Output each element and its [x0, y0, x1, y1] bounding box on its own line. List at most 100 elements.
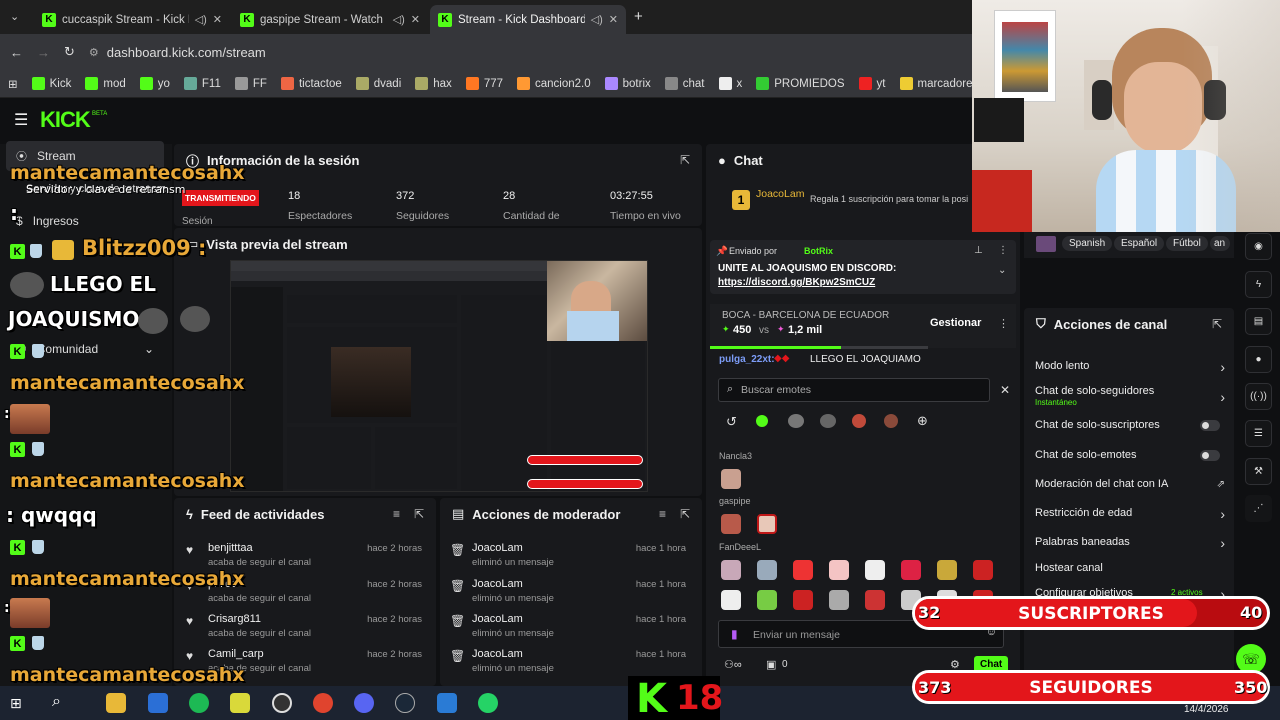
speaker-icon[interactable]: ◁) — [591, 13, 603, 26]
close-icon[interactable]: ✕ — [1000, 383, 1010, 397]
setting-age-restriction[interactable]: Restricción de edad › — [1035, 506, 1225, 522]
toolbar-camera-button[interactable]: ◉ — [1245, 233, 1272, 260]
bookmark-item[interactable]: PROMIEDOS — [756, 77, 845, 90]
gift-prompt[interactable]: Regala 1 suscripción para tomar la posi — [810, 194, 968, 204]
bookmark-item[interactable]: chat — [664, 77, 705, 90]
bookmark-item[interactable]: FF — [234, 77, 267, 90]
new-tab-icon[interactable]: + — [634, 8, 643, 25]
back-icon[interactable]: ← — [10, 45, 23, 60]
gift-icon[interactable]: ▣ — [766, 658, 776, 671]
bookmark-item[interactable]: yt — [858, 77, 886, 90]
subs-only-toggle[interactable] — [1200, 420, 1220, 431]
filter-icon[interactable]: ≡ — [659, 507, 666, 521]
browser-tab-3[interactable]: K Stream - Kick Dashboard ◁) ✕ — [430, 5, 626, 34]
feed-item-name[interactable]: Camil_carp — [208, 648, 264, 660]
feed-item-name[interactable]: benjitttaa — [208, 542, 253, 554]
bookmark-item[interactable]: Kick — [31, 77, 71, 90]
emote[interactable] — [973, 560, 993, 580]
whatsapp-icon[interactable] — [478, 693, 498, 713]
tab-search-icon[interactable]: ⌄ — [10, 10, 19, 23]
discord-icon[interactable] — [354, 693, 374, 713]
globe-icon[interactable]: ⊕ — [917, 413, 928, 429]
browser-tab-2[interactable]: K gaspipe Stream - Watch Liv ◁) ✕ — [232, 5, 428, 34]
spotify-icon[interactable] — [189, 693, 209, 713]
expand-icon[interactable]: ⇱ — [680, 507, 690, 521]
windows-start-icon[interactable]: ⊞ — [10, 695, 22, 712]
manage-prediction-button[interactable]: Gestionar — [930, 317, 981, 329]
toolbar-lightning-button[interactable]: ϟ — [1245, 271, 1272, 298]
tag[interactable]: Spanish — [1062, 236, 1113, 251]
recent-emotes-icon[interactable]: ↺ — [726, 414, 737, 430]
toolbar-broadcast-button[interactable]: ((·)) — [1245, 383, 1272, 410]
tag[interactable]: Fútbol — [1166, 236, 1208, 251]
more-icon[interactable]: ⋮ — [998, 317, 1009, 330]
toolbar-tools-button[interactable]: ⚒ — [1245, 458, 1272, 485]
obs-icon[interactable] — [272, 693, 292, 713]
emote[interactable] — [757, 590, 777, 610]
kick-logo[interactable]: KICK — [40, 107, 91, 133]
speaker-icon[interactable]: ◁) — [393, 13, 405, 26]
emote[interactable] — [721, 514, 741, 534]
mod-item-name[interactable]: JoacoLam — [472, 648, 523, 660]
emote-search-input[interactable]: ⌕ Buscar emotes — [718, 378, 990, 402]
speaker-icon[interactable]: ◁) — [195, 13, 207, 26]
bookmark-item[interactable]: tictactoe — [280, 77, 342, 90]
channel-emotes-icon[interactable] — [820, 414, 836, 428]
search-icon[interactable]: ⌕ — [52, 693, 61, 711]
emote[interactable] — [829, 590, 849, 610]
sidebar-item-ingresos[interactable]: $ Ingresos — [6, 206, 164, 236]
notepad-icon[interactable] — [230, 693, 250, 713]
bookmark-item[interactable]: 777 — [465, 77, 503, 90]
emote[interactable] — [901, 560, 921, 580]
setting-banned-words[interactable]: Palabras baneadas › — [1035, 535, 1225, 551]
bookmark-item[interactable]: cancion2.0 — [517, 77, 591, 90]
emote[interactable] — [721, 560, 741, 580]
emote[interactable] — [865, 560, 885, 580]
emote[interactable] — [793, 590, 813, 610]
emotes-only-toggle[interactable] — [1200, 450, 1220, 461]
emote[interactable] — [937, 560, 957, 580]
bookmark-item[interactable]: botrix — [604, 77, 651, 90]
toolbar-mod-button[interactable]: ☰ — [1245, 420, 1272, 447]
toolbar-notes-button[interactable]: ▤ — [1245, 308, 1272, 335]
setting-host-channel[interactable]: Hostear canal — [1035, 562, 1225, 574]
bookmark-item[interactable]: dvadi — [355, 77, 401, 90]
mod-item-name[interactable]: JoacoLam — [472, 542, 523, 554]
reload-icon[interactable]: ↻ — [64, 44, 75, 60]
emote[interactable] — [793, 560, 813, 580]
apps-icon[interactable]: ⊞ — [8, 77, 18, 91]
setting-slow-mode[interactable]: Modo lento › — [1035, 359, 1225, 375]
infinity-icon[interactable]: ⚇∞ — [724, 658, 742, 671]
expand-icon[interactable]: ⇱ — [414, 507, 424, 521]
close-tab-icon[interactable]: ✕ — [213, 13, 222, 26]
url-field[interactable]: dashboard.kick.com/stream — [107, 45, 266, 60]
bookmark-item[interactable]: mod — [85, 77, 126, 90]
filter-icon[interactable]: ≡ — [393, 507, 400, 521]
tag[interactable]: an — [1210, 236, 1230, 251]
more-icon[interactable]: ⋮ — [998, 245, 1008, 256]
setting-followers-only[interactable]: Chat de solo-seguidores Instantáneo › — [1035, 385, 1225, 407]
mod-item-name[interactable]: JoacoLam — [472, 613, 523, 625]
kick-emotes-icon[interactable] — [756, 415, 768, 427]
file-explorer-icon[interactable] — [106, 693, 126, 713]
top-gifter-name[interactable]: JoacoLam — [756, 188, 804, 200]
menu-icon[interactable]: ☰ — [14, 110, 28, 130]
toolbar-share-button[interactable]: ⋰ — [1245, 495, 1272, 522]
mod-item-name[interactable]: JoacoLam — [472, 578, 523, 590]
emote[interactable] — [757, 560, 777, 580]
bookmark-item[interactable]: F11 — [183, 77, 221, 90]
channel-emotes-icon[interactable] — [852, 414, 866, 428]
chat-message-user[interactable]: pulga_22xt: — [719, 354, 775, 365]
emote[interactable] — [829, 560, 849, 580]
close-tab-icon[interactable]: ✕ — [609, 13, 618, 26]
feed-item-name[interactable]: Crisarg811 — [208, 613, 261, 625]
expand-icon[interactable]: ⇱ — [680, 153, 690, 167]
close-tab-icon[interactable]: ✕ — [411, 13, 420, 26]
steam-icon[interactable] — [395, 693, 415, 713]
emote[interactable] — [721, 469, 741, 489]
emote[interactable] — [757, 514, 777, 534]
browser-tab-1[interactable]: K cuccaspik Stream - Kick Da ◁) ✕ — [34, 5, 230, 34]
bookmark-item[interactable]: yo — [139, 77, 170, 90]
pin-icon[interactable]: ⊥ — [974, 245, 983, 256]
channel-emotes-icon[interactable] — [788, 414, 804, 428]
